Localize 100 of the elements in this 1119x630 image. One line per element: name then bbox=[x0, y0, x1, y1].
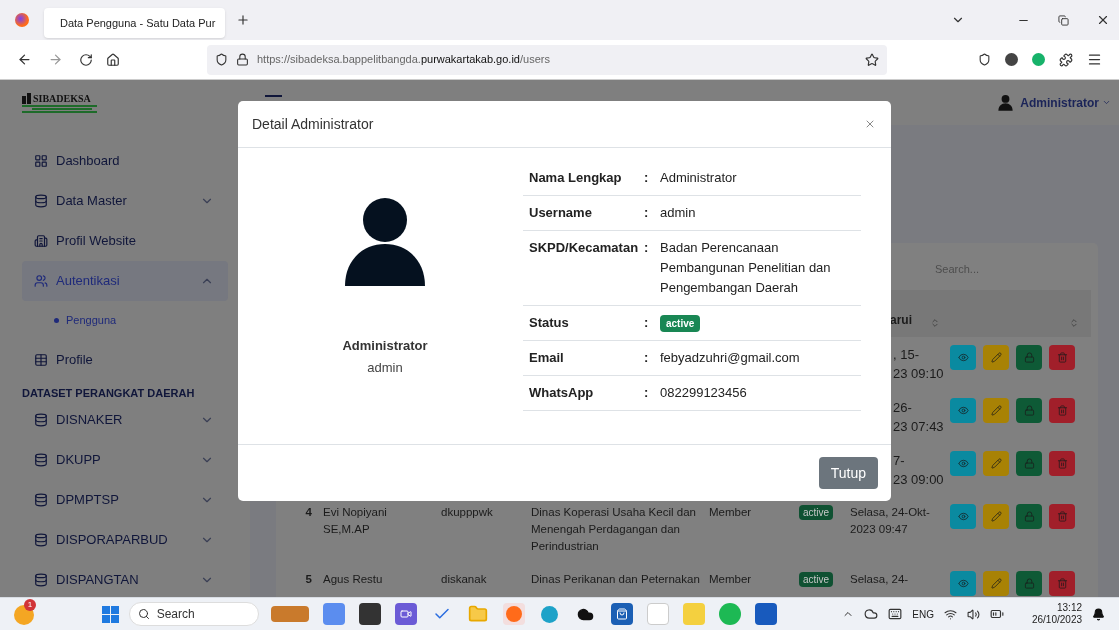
lock-icon bbox=[1023, 352, 1035, 363]
forward-icon[interactable] bbox=[48, 52, 63, 67]
table-cell-text: 5 bbox=[304, 572, 313, 587]
view-button[interactable] bbox=[950, 345, 976, 370]
user-name: Administrator bbox=[342, 337, 428, 355]
close-icon bbox=[864, 118, 876, 130]
menu-toggle-icon[interactable] bbox=[265, 94, 282, 97]
status-badge: active bbox=[799, 572, 834, 587]
store-bag-icon[interactable] bbox=[610, 603, 633, 625]
restore-icon[interactable] bbox=[1058, 14, 1069, 26]
sidebar-item[interactable]: Profil Website bbox=[22, 221, 228, 261]
sidebar-item[interactable]: DISNAKER bbox=[22, 400, 228, 440]
sidebar-label: Pengguna bbox=[66, 313, 117, 329]
address-bar[interactable]: https://sibadeksa.bappelitbangda.purwakartakab.go.id/users bbox=[207, 44, 887, 75]
language-indicator[interactable]: ENG bbox=[912, 606, 934, 622]
sidebar-label: DISPANGTAN bbox=[56, 571, 140, 590]
user-username: admin bbox=[367, 358, 403, 377]
sidebar-label: DPMPTSP bbox=[56, 491, 120, 510]
delete-button[interactable] bbox=[1049, 451, 1075, 476]
start-icon[interactable] bbox=[101, 605, 119, 623]
database-icon bbox=[34, 533, 48, 547]
pencil-icon bbox=[990, 352, 1002, 363]
sort-icon[interactable] bbox=[930, 317, 940, 329]
sidebar-label: Profile bbox=[56, 351, 94, 370]
field-value: 082299123456 bbox=[660, 384, 748, 402]
sidebar-item[interactable]: Data Master bbox=[22, 181, 228, 221]
clock[interactable]: 13:12 26/10/2023 bbox=[1031, 602, 1082, 626]
reload-icon[interactable] bbox=[79, 52, 93, 67]
edit-button[interactable] bbox=[983, 398, 1009, 423]
edit-button[interactable] bbox=[983, 345, 1009, 370]
menu-icon[interactable] bbox=[1087, 52, 1102, 67]
browser-logo-icon[interactable] bbox=[15, 13, 29, 27]
delete-button[interactable] bbox=[1049, 398, 1075, 423]
bookmark-star-icon[interactable] bbox=[865, 52, 879, 67]
field-value: Badan Perencanaan Pembangunan Penelitian dan Pengembangan Daerah bbox=[660, 239, 832, 297]
field-label: Nama Lengkap bbox=[528, 169, 623, 187]
new-tab-icon[interactable] bbox=[236, 13, 250, 27]
sidebar-item[interactable]: Profile bbox=[22, 340, 228, 380]
lock-icon bbox=[1023, 511, 1035, 522]
close-window-icon[interactable] bbox=[1096, 13, 1110, 27]
battery-icon[interactable] bbox=[989, 607, 1004, 621]
delete-button[interactable] bbox=[1049, 345, 1075, 370]
table-cell-text: Member bbox=[709, 505, 753, 520]
dialog-title: Detail Administrator bbox=[252, 114, 375, 134]
database-icon bbox=[34, 453, 48, 467]
table-cell-text: dkupppwk bbox=[441, 505, 494, 520]
pencil-icon bbox=[990, 458, 1002, 469]
sort-icon[interactable] bbox=[1069, 317, 1079, 329]
keyboard-icon[interactable] bbox=[888, 607, 903, 621]
sidebar-item[interactable]: DKUPP bbox=[22, 440, 228, 480]
delete-button[interactable] bbox=[1049, 571, 1075, 596]
password-button[interactable] bbox=[1016, 504, 1042, 529]
sidebar-label: DKUPP bbox=[56, 451, 102, 470]
table-cell-text: Dinas Perikanan dan Peternakan bbox=[531, 572, 701, 587]
folder-icon[interactable] bbox=[466, 603, 489, 625]
sidebar-subitem[interactable]: Pengguna bbox=[54, 301, 250, 340]
password-button[interactable] bbox=[1016, 571, 1042, 596]
wifi-icon[interactable] bbox=[943, 607, 957, 621]
view-button[interactable] bbox=[950, 571, 976, 596]
view-button[interactable] bbox=[950, 451, 976, 476]
field-label: Email bbox=[528, 349, 565, 367]
password-button[interactable] bbox=[1016, 451, 1042, 476]
notification-badge: 1 bbox=[24, 599, 36, 611]
volume-icon[interactable] bbox=[966, 607, 980, 621]
sidebar-item[interactable]: DISPORAPARBUD bbox=[22, 520, 228, 560]
sidebar-item[interactable]: Autentikasi bbox=[22, 261, 228, 301]
cloud-icon[interactable] bbox=[864, 607, 879, 621]
view-button[interactable] bbox=[950, 398, 976, 423]
taskbar-search[interactable]: Search bbox=[128, 602, 259, 626]
notification-bell-icon[interactable] bbox=[1092, 607, 1105, 621]
sidebar-item[interactable]: DPMPTSP bbox=[22, 480, 228, 520]
table-cell-text: , 15- 23 09:10 bbox=[893, 346, 945, 383]
sidebar-label: Data Master bbox=[56, 192, 128, 211]
view-button[interactable] bbox=[950, 504, 976, 529]
close-dialog-button[interactable]: Tutup bbox=[818, 457, 878, 489]
status-badge: active bbox=[660, 315, 701, 332]
password-button[interactable] bbox=[1016, 345, 1042, 370]
password-button[interactable] bbox=[1016, 398, 1042, 423]
edit-button[interactable] bbox=[983, 504, 1009, 529]
table-cell-text: Member bbox=[709, 572, 753, 587]
edit-button[interactable] bbox=[983, 451, 1009, 476]
video-camera-icon[interactable] bbox=[394, 603, 417, 625]
edit-button[interactable] bbox=[983, 571, 1009, 596]
caret-icon bbox=[1102, 98, 1111, 107]
sidebar-item[interactable]: Dashboard bbox=[22, 141, 228, 181]
lock-icon bbox=[1023, 458, 1035, 469]
field-value: febyadzuhri@gmail.com bbox=[660, 349, 801, 367]
delete-button[interactable] bbox=[1049, 504, 1075, 529]
trash-icon bbox=[1056, 458, 1068, 469]
field-separator: : bbox=[644, 314, 650, 332]
extensions-icon[interactable] bbox=[1059, 52, 1073, 67]
sidebar-item[interactable]: DISPANGTAN bbox=[22, 560, 228, 597]
home-icon[interactable] bbox=[106, 52, 120, 67]
back-icon[interactable] bbox=[17, 52, 32, 67]
field-label: SKPD/Kecamatan bbox=[528, 239, 640, 257]
eye-icon bbox=[957, 458, 969, 469]
browser-tab[interactable]: Data Pengguna - Satu Data Pur bbox=[44, 8, 225, 38]
user-menu[interactable]: Administrator bbox=[1020, 93, 1111, 112]
column-heading: arui bbox=[890, 312, 912, 329]
field-separator: : bbox=[644, 204, 650, 222]
